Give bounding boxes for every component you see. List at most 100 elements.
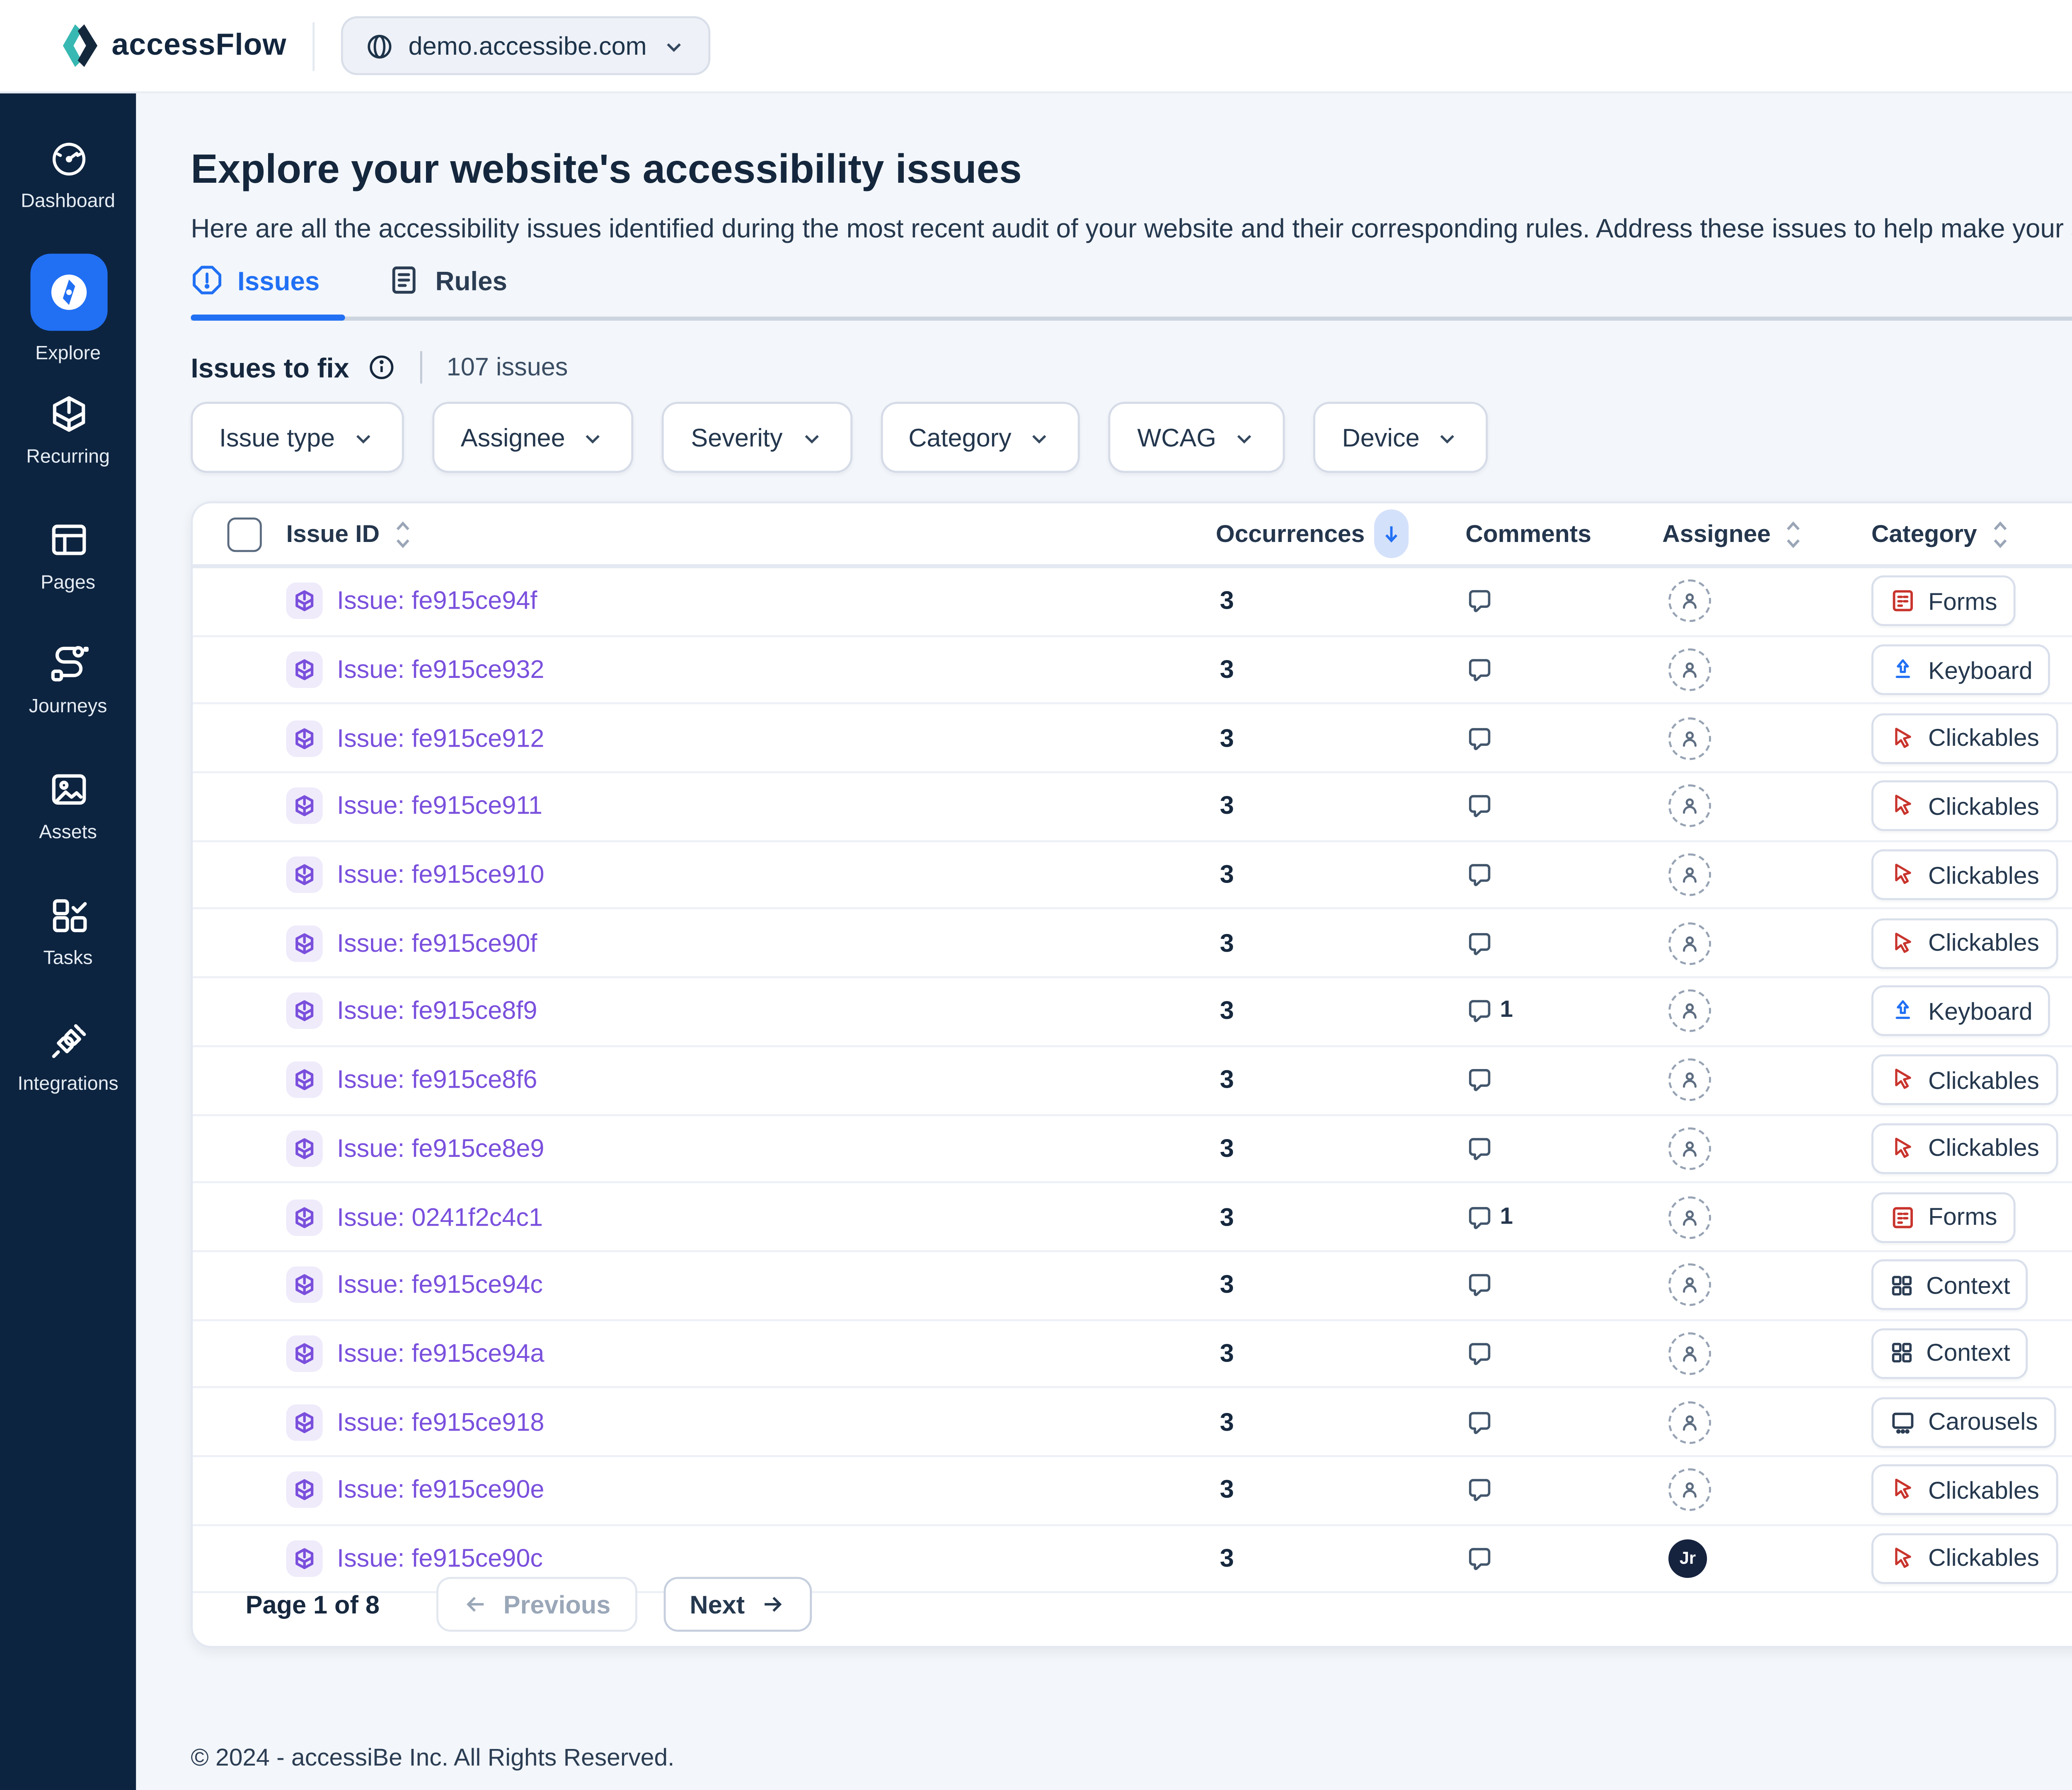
unassigned-avatar[interactable] [1668, 854, 1711, 896]
site-selector[interactable]: demo.accessibe.com [341, 16, 710, 75]
table-row[interactable]: Issue: fe915ce94a 3 Context High Level A… [193, 1320, 2072, 1388]
comments-cell[interactable]: 1 [1465, 1202, 1513, 1231]
sort-icon[interactable] [1781, 518, 1807, 549]
table-row[interactable]: Issue: 0241f2c4c1 3 1 Forms Extreme Leve… [193, 1183, 2072, 1252]
issue-id-link[interactable]: Issue: 0241f2c4c1 [337, 1202, 543, 1231]
issue-id-link[interactable]: Issue: fe915ce94c [337, 1271, 543, 1299]
comments-cell[interactable] [1465, 1134, 1494, 1163]
issue-id-link[interactable]: Issue: fe915ce918 [337, 1408, 544, 1436]
sort-descending-icon[interactable] [1375, 509, 1409, 558]
sidebar-item-tasks[interactable]: Tasks [0, 895, 136, 970]
filter-wcag[interactable]: WCAG [1109, 402, 1285, 473]
unassigned-avatar[interactable] [1668, 1059, 1711, 1101]
filter-category[interactable]: Category [880, 402, 1081, 473]
issue-id-link[interactable]: Issue: fe915ce94f [337, 587, 537, 616]
comments-cell[interactable] [1465, 656, 1494, 684]
person-icon [1679, 590, 1701, 613]
table-row[interactable]: Issue: fe915ce932 3 Keyboard Extreme Lev… [193, 636, 2072, 705]
table-row[interactable]: Issue: fe915ce94c 3 Context High Level A… [193, 1252, 2072, 1320]
cursor-icon [1890, 725, 1916, 752]
keyboard-icon [1890, 999, 1916, 1025]
sidebar-item-journeys[interactable]: Journeys [0, 643, 136, 718]
filter-assignee[interactable]: Assignee [432, 402, 634, 473]
column-header-category[interactable]: Category [1871, 503, 2014, 564]
unassigned-avatar[interactable] [1668, 1332, 1711, 1375]
sidebar-item-assets[interactable]: Assets [0, 769, 136, 844]
column-header-issue-id[interactable]: Issue ID [286, 503, 416, 564]
issue-id-link[interactable]: Issue: fe915ce94a [337, 1339, 544, 1368]
sidebar-item-pages[interactable]: Pages [0, 520, 136, 595]
comments-cell[interactable] [1465, 1339, 1494, 1368]
issue-id-link[interactable]: Issue: fe915ce8f6 [337, 1066, 537, 1094]
select-all-checkbox-cell [228, 503, 262, 564]
issue-id-link[interactable]: Issue: fe915ce90f [337, 929, 537, 958]
comments-cell[interactable] [1465, 1408, 1494, 1436]
sort-icon[interactable] [390, 518, 416, 549]
tab-rules[interactable]: Rules [389, 264, 507, 321]
comments-cell[interactable] [1465, 1271, 1494, 1299]
filter-issue-type[interactable]: Issue type [191, 402, 404, 473]
table-row[interactable]: Issue: fe915ce910 3 Clickables Extreme L… [193, 842, 2072, 910]
unassigned-avatar[interactable] [1668, 1127, 1711, 1170]
unassigned-avatar[interactable] [1668, 648, 1711, 691]
table-row[interactable]: Issue: fe915ce90f 3 Clickables Extreme L… [193, 910, 2072, 978]
brand-logo[interactable]: accessFlow [63, 24, 287, 67]
unassigned-avatar[interactable] [1668, 580, 1711, 623]
column-header-occurrences[interactable]: Occurrences [1216, 503, 1409, 564]
comments-cell[interactable] [1465, 792, 1494, 821]
category-badge: Clickables [1871, 918, 2057, 968]
comments-cell[interactable] [1465, 724, 1494, 752]
issue-id-cell: Issue: fe915ce918 [286, 1403, 545, 1440]
issue-id-link[interactable]: Issue: fe915ce910 [337, 861, 544, 889]
table-row[interactable]: Issue: fe915ce94f 3 Forms Extreme Level … [193, 568, 2072, 636]
sort-icon[interactable] [1987, 518, 2014, 549]
table-row[interactable]: Issue: fe915ce90e 3 Clickables High Leve… [193, 1457, 2072, 1525]
table-row[interactable]: Issue: fe915ce911 3 Clickables Extreme L… [193, 773, 2072, 842]
category-cell: Context [1871, 1260, 2028, 1310]
info-icon[interactable] [368, 353, 396, 382]
unassigned-avatar[interactable] [1668, 1195, 1711, 1238]
comment-icon [1465, 587, 1494, 616]
comments-cell[interactable]: 1 [1465, 997, 1513, 1026]
unassigned-avatar[interactable] [1668, 717, 1711, 760]
issue-id-link[interactable]: Issue: fe915ce932 [337, 656, 544, 684]
tab-underline-active [191, 314, 345, 321]
issue-id-link[interactable]: Issue: fe915ce8f9 [337, 997, 537, 1026]
issue-id-link[interactable]: Issue: fe915ce8e9 [337, 1134, 544, 1163]
sidebar-item-explore[interactable]: Explore [0, 254, 136, 365]
comment-icon [1465, 861, 1494, 889]
comments-cell[interactable] [1465, 1476, 1494, 1505]
issue-id-link[interactable]: Issue: fe915ce90e [337, 1476, 544, 1505]
comments-cell[interactable] [1465, 1066, 1494, 1094]
previous-page-button[interactable]: Previous [436, 1577, 637, 1632]
sidebar-item-integrations[interactable]: Integrations [0, 1021, 136, 1096]
table-row[interactable]: Issue: fe915ce918 3 Carousels High Level… [193, 1388, 2072, 1457]
filter-device[interactable]: Device [1314, 402, 1489, 473]
issue-cube-icon [286, 1267, 323, 1303]
comments-cell[interactable] [1465, 929, 1494, 958]
unassigned-avatar[interactable] [1668, 1264, 1711, 1306]
tab-label: Issues [237, 265, 320, 295]
unassigned-avatar[interactable] [1668, 990, 1711, 1033]
table-row[interactable]: Issue: fe915ce8f9 3 1 Keyboard Extreme L… [193, 978, 2072, 1047]
issue-id-link[interactable]: Issue: fe915ce911 [337, 792, 542, 821]
select-all-checkbox[interactable] [228, 517, 262, 551]
table-row[interactable]: Issue: fe915ce912 3 Clickables Extreme L… [193, 705, 2072, 773]
unassigned-avatar[interactable] [1668, 922, 1711, 965]
issue-id-link[interactable]: Issue: fe915ce912 [337, 724, 544, 752]
sidebar-item-recurring[interactable]: Recurring [0, 394, 136, 469]
comments-cell[interactable] [1465, 861, 1494, 889]
unassigned-avatar[interactable] [1668, 1469, 1711, 1512]
column-header-comments: Comments [1465, 503, 1591, 564]
next-page-button[interactable]: Next [663, 1577, 812, 1632]
tab-issues[interactable]: Issues [191, 264, 320, 321]
unassigned-avatar[interactable] [1668, 1401, 1711, 1443]
table-row[interactable]: Issue: fe915ce8e9 3 Clickables Extreme L… [193, 1115, 2072, 1183]
comments-cell[interactable] [1465, 587, 1494, 616]
table-row[interactable]: Issue: fe915ce8f6 3 Clickables Extreme L… [193, 1047, 2072, 1115]
sidebar-item-dashboard[interactable]: Dashboard [0, 138, 136, 213]
column-header-assignee[interactable]: Assignee [1662, 503, 1807, 564]
filter-severity[interactable]: Severity [663, 402, 852, 473]
comment-icon [1465, 724, 1494, 752]
unassigned-avatar[interactable] [1668, 785, 1711, 828]
